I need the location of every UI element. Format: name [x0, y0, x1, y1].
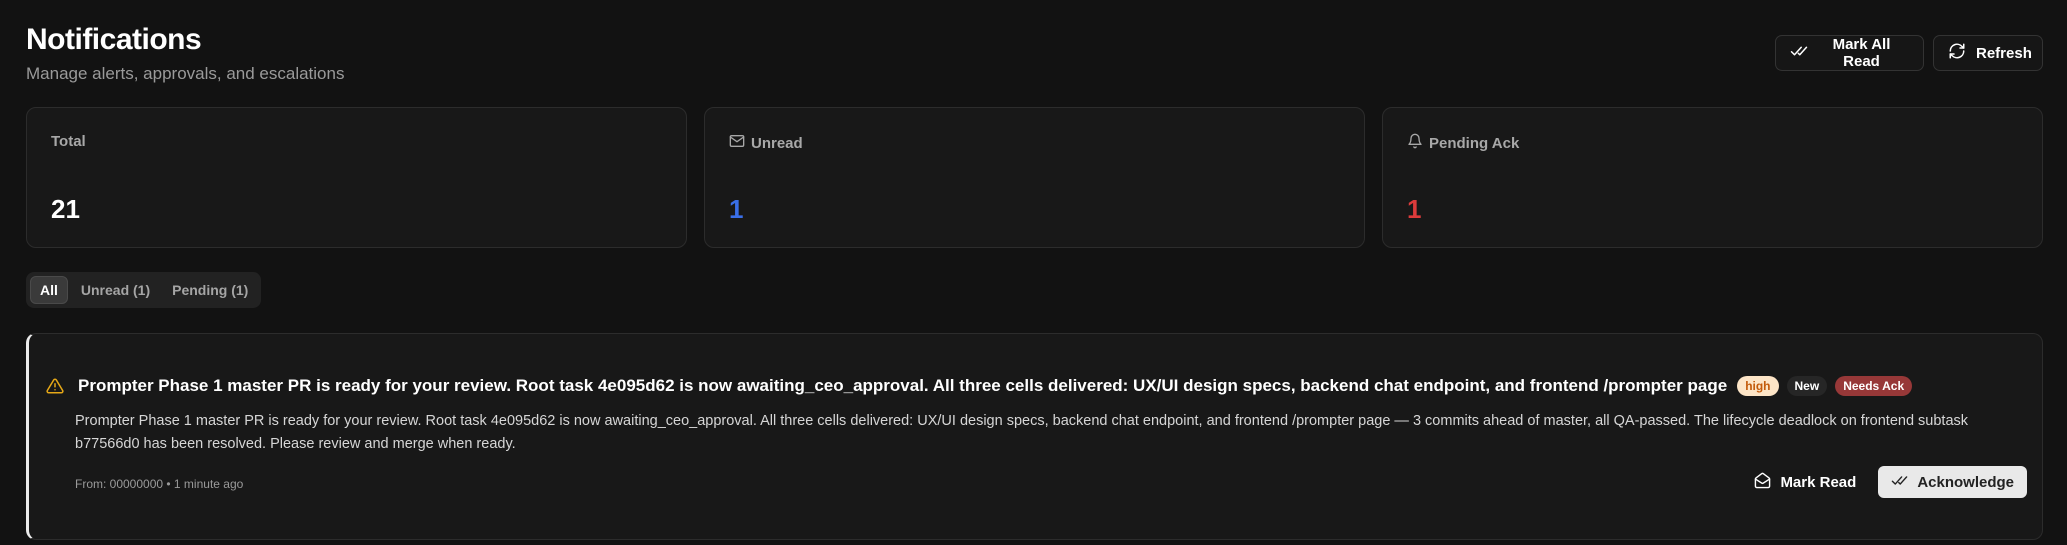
stat-card-pending-ack: Pending Ack 1: [1382, 107, 2043, 248]
tab-pending[interactable]: Pending (1): [163, 276, 257, 304]
stat-label-unread-text: Unread: [751, 134, 803, 152]
acknowledge-label: Acknowledge: [1917, 473, 2014, 491]
double-check-icon: [1891, 472, 1908, 493]
stat-label-total-text: Total: [51, 133, 86, 150]
notification-meta: From: 00000000 • 1 minute ago: [75, 477, 244, 491]
stat-value-pending-ack: 1: [1407, 194, 1422, 224]
stat-label-total: Total: [51, 133, 662, 150]
bell-icon: [1407, 133, 1423, 153]
mark-all-read-button[interactable]: Mark All Read: [1775, 35, 1924, 71]
mail-open-icon: [1754, 472, 1771, 493]
double-check-icon: [1790, 42, 1808, 64]
status-badge: New: [1786, 376, 1828, 396]
page-header: Notifications Manage alerts, approvals, …: [26, 22, 344, 84]
tab-all[interactable]: All: [30, 276, 68, 304]
notification-title-row: Prompter Phase 1 master PR is ready for …: [46, 376, 1913, 396]
stat-label-pending-ack: Pending Ack: [1407, 133, 2018, 153]
stat-value-unread: 1: [729, 194, 744, 224]
stat-label-pending-ack-text: Pending Ack: [1429, 134, 1520, 152]
notification-badges: high New Needs Ack: [1737, 376, 1913, 396]
needs-ack-badge: Needs Ack: [1835, 376, 1913, 396]
mark-all-read-label: Mark All Read: [1832, 36, 1891, 70]
mail-icon: [729, 133, 745, 153]
stat-label-unread: Unread: [729, 133, 1340, 153]
notification-title: Prompter Phase 1 master PR is ready for …: [78, 376, 1728, 395]
header-actions: Mark All Read Refresh: [1775, 35, 2043, 71]
notification-actions: Mark Read Acknowledge: [1740, 466, 2027, 498]
stat-value-total: 21: [51, 194, 80, 224]
tab-unread[interactable]: Unread (1): [72, 276, 159, 304]
notification-card[interactable]: Prompter Phase 1 master PR is ready for …: [26, 333, 2043, 540]
page-title: Notifications: [26, 23, 202, 56]
acknowledge-button[interactable]: Acknowledge: [1878, 466, 2027, 498]
filter-tabs: All Unread (1) Pending (1): [26, 272, 262, 308]
refresh-label: Refresh: [1976, 44, 2032, 62]
priority-badge: high: [1737, 376, 1779, 396]
warning-triangle-icon: [46, 377, 64, 395]
refresh-button[interactable]: Refresh: [1933, 35, 2043, 71]
stat-card-unread: Unread 1: [704, 107, 1365, 248]
page-subtitle: Manage alerts, approvals, and escalation…: [26, 64, 345, 83]
stat-card-total: Total 21: [26, 107, 687, 248]
notification-body: Prompter Phase 1 master PR is ready for …: [75, 413, 1969, 452]
refresh-icon: [1948, 42, 1966, 64]
mark-read-label: Mark Read: [1780, 473, 1857, 491]
mark-read-button[interactable]: Mark Read: [1740, 466, 1870, 498]
stats-row: Total 21 Unread 1 Pending Ack 1: [26, 107, 2043, 248]
